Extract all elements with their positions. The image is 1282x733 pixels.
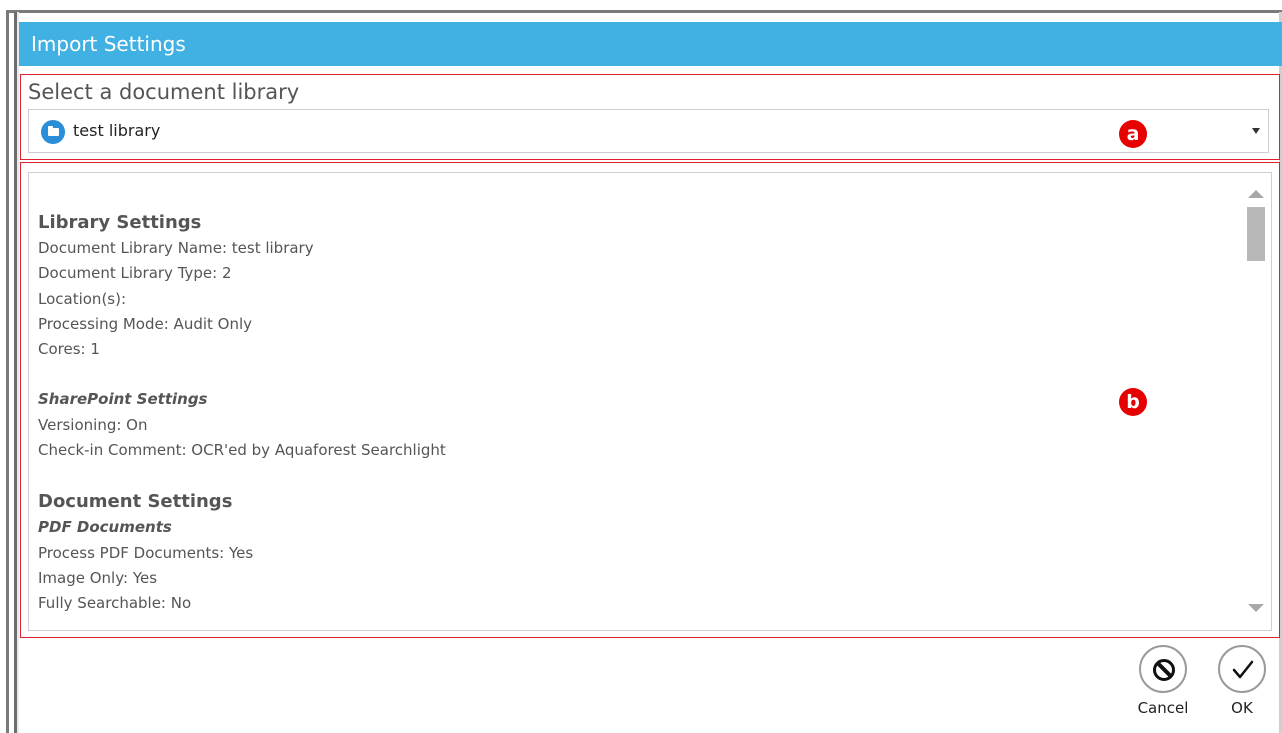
versioning-line: Versioning: On bbox=[38, 415, 148, 434]
cancel-button[interactable]: Cancel bbox=[1133, 645, 1193, 717]
library-selector-section: Select a document library test library bbox=[20, 74, 1280, 160]
process-pdf-line: Process PDF Documents: Yes bbox=[38, 543, 254, 562]
ok-button[interactable]: OK bbox=[1212, 645, 1272, 717]
window-frame-left-border bbox=[6, 10, 9, 733]
dialog-left-edge bbox=[17, 12, 19, 733]
ok-button-label[interactable]: OK bbox=[1231, 699, 1253, 717]
library-icon bbox=[41, 120, 65, 144]
scroll-down-arrow-icon[interactable] bbox=[1248, 604, 1264, 612]
document-settings-heading: Document Settings bbox=[38, 491, 233, 513]
cores-line: Cores: 1 bbox=[38, 340, 100, 359]
cancel-button-label[interactable]: Cancel bbox=[1138, 699, 1189, 717]
image-only-line: Image Only: Yes bbox=[38, 568, 158, 587]
library-dropdown-value: test library bbox=[73, 121, 161, 140]
vertical-scrollbar[interactable] bbox=[1244, 173, 1269, 630]
fully-searchable-line: Fully Searchable: No bbox=[38, 594, 192, 613]
library-settings-heading: Library Settings bbox=[38, 212, 202, 233]
settings-summary-section: Library Settings Document Library Name: … bbox=[20, 162, 1280, 638]
settings-summary-panel[interactable]: Library Settings Document Library Name: … bbox=[28, 172, 1272, 631]
sharepoint-settings-heading: SharePoint Settings bbox=[38, 390, 208, 409]
processing-mode-line: Processing Mode: Audit Only bbox=[38, 314, 253, 333]
pdf-documents-heading: PDF Documents bbox=[38, 518, 172, 537]
settings-summary-content: Library Settings Document Library Name: … bbox=[38, 209, 1218, 617]
library-name-line: Document Library Name: test library bbox=[38, 239, 314, 257]
locations-line: Location(s): bbox=[38, 289, 127, 308]
scrollbar-thumb[interactable] bbox=[1247, 207, 1265, 261]
chevron-down-icon[interactable] bbox=[1252, 128, 1260, 134]
ok-button-circle[interactable] bbox=[1218, 645, 1266, 693]
library-selector-label: Select a document library bbox=[28, 80, 300, 104]
dialog-titlebar: Import Settings bbox=[19, 22, 1282, 66]
cancel-icon bbox=[1153, 659, 1175, 681]
checkmark-icon bbox=[1232, 660, 1254, 679]
cancel-button-circle[interactable] bbox=[1139, 645, 1187, 693]
window-frame-top-border bbox=[8, 10, 1282, 13]
library-dropdown[interactable]: test library bbox=[28, 109, 1269, 153]
scroll-up-arrow-icon[interactable] bbox=[1248, 190, 1264, 198]
library-type-line: Document Library Type: 2 bbox=[38, 264, 232, 283]
annotation-marker-b: b bbox=[1119, 388, 1147, 416]
annotation-marker-a: a bbox=[1119, 120, 1147, 148]
checkin-comment-line: Check-in Comment: OCR'ed by Aquaforest S… bbox=[38, 441, 446, 460]
dialog-title: Import Settings bbox=[31, 32, 186, 56]
